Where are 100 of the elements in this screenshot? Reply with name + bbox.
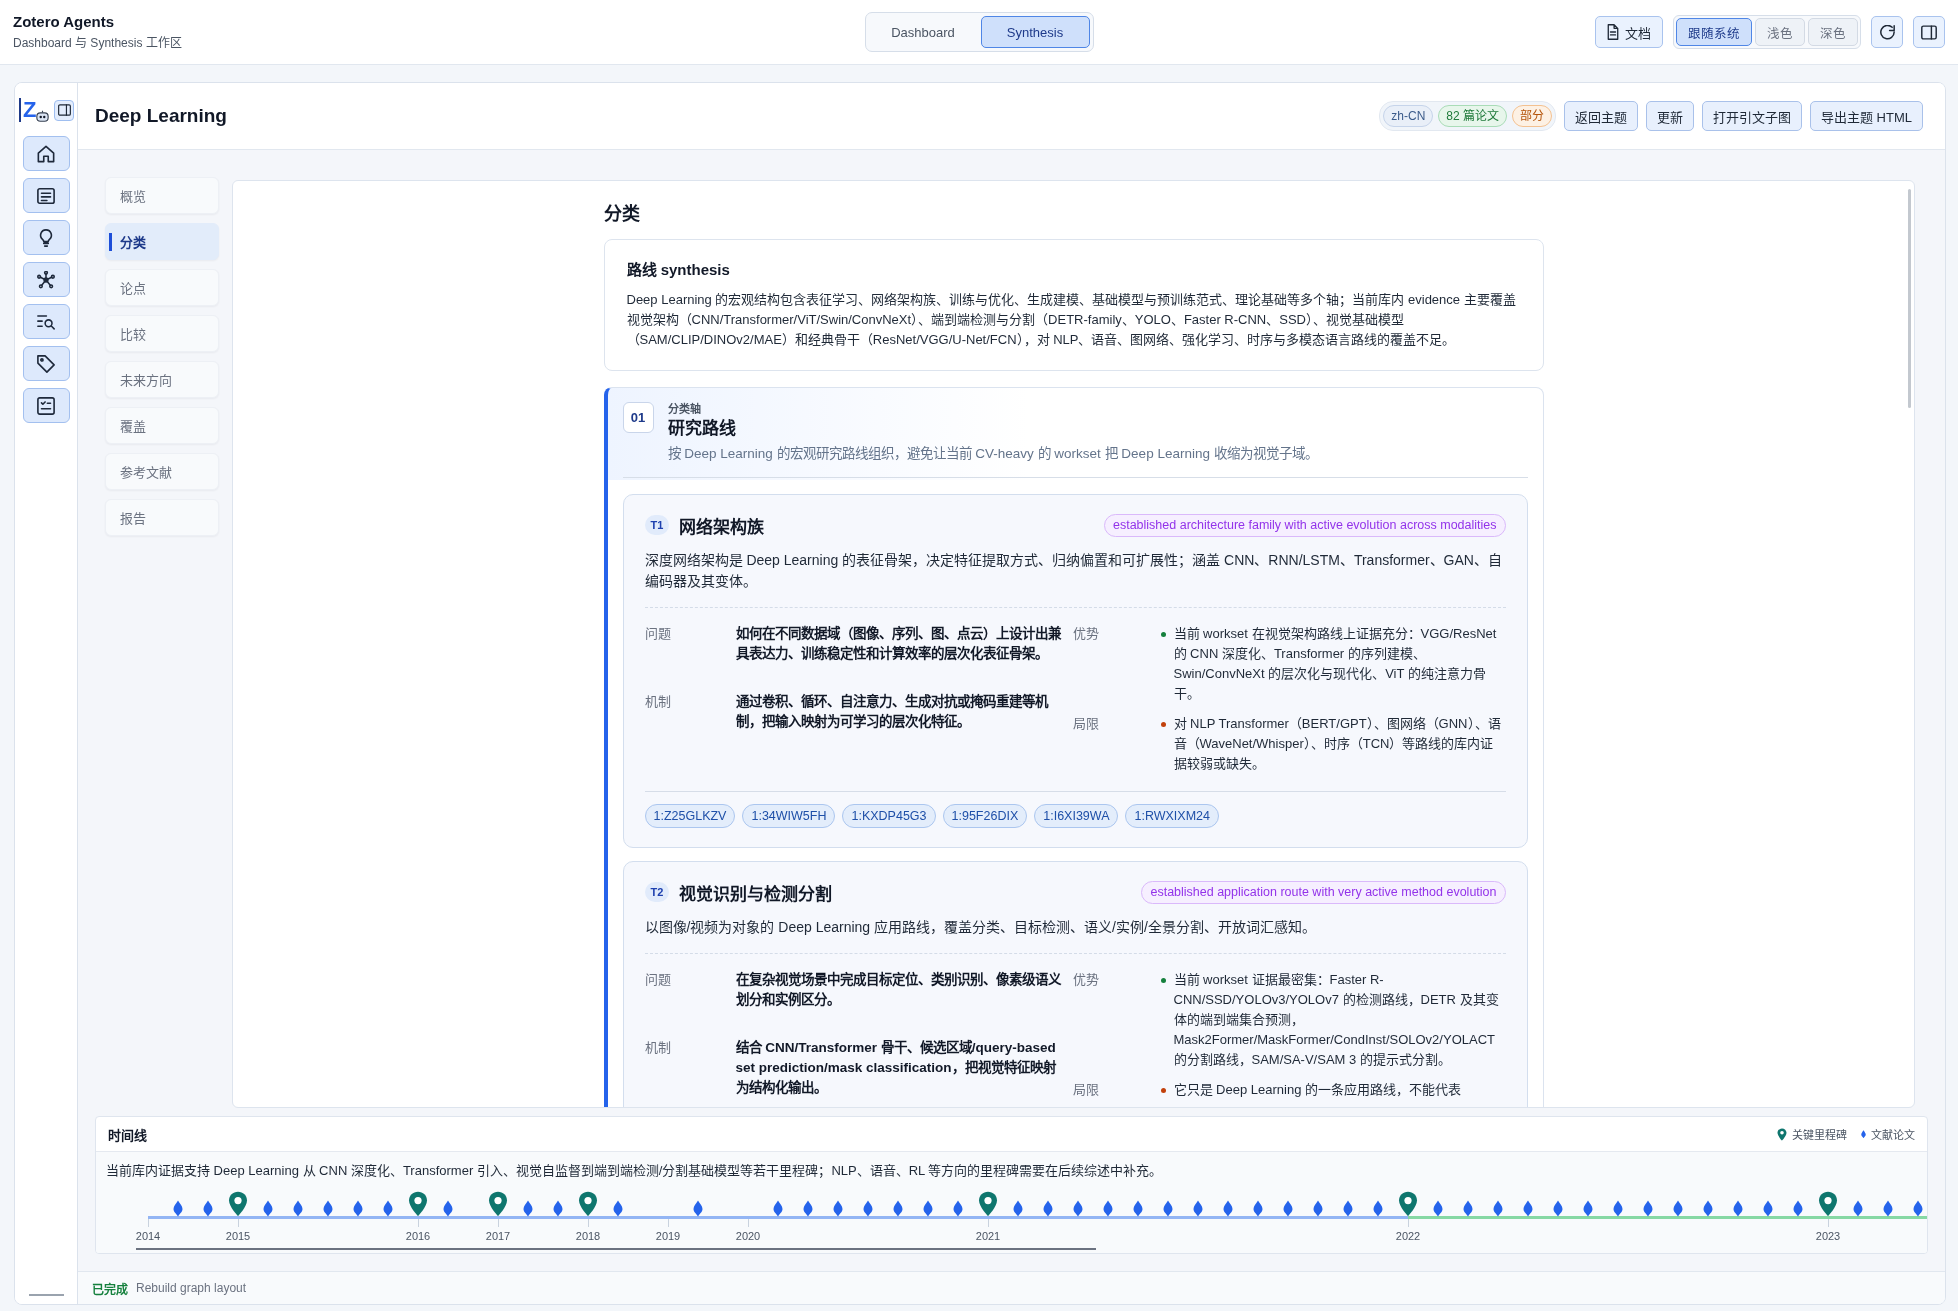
section-tab[interactable]: 未来方向 [105, 361, 219, 398]
marker-icon[interactable] [443, 1200, 453, 1217]
marker-icon[interactable] [553, 1200, 563, 1217]
marker-icon[interactable] [1793, 1200, 1803, 1217]
marker-icon[interactable] [1223, 1200, 1233, 1217]
marker-icon[interactable] [1853, 1200, 1863, 1217]
refresh-button[interactable] [1871, 16, 1903, 48]
section-heading: 分类 [603, 203, 641, 226]
sidebar-button[interactable] [22, 304, 70, 339]
marker-icon[interactable] [523, 1200, 533, 1217]
map-pin-icon[interactable] [978, 1191, 998, 1217]
view-tab[interactable]: Dashboard [868, 16, 978, 48]
sidebar-button[interactable] [22, 178, 70, 213]
sidebar-toggle-button[interactable] [1913, 16, 1945, 48]
sidebar-button[interactable] [22, 262, 70, 297]
marker-icon[interactable] [1883, 1200, 1893, 1217]
field-text: 如何在不同数据域（图像、序列、图、点云）上设计出兼具表达力、训练稳定性和计算效率的层次化表征骨架。 [735, 624, 1062, 663]
action-button[interactable]: 导出主题 HTML [1810, 101, 1923, 131]
bullet-icon [1160, 1088, 1166, 1093]
reference-chip[interactable]: 1:RWXIXM24 [1125, 804, 1219, 828]
collapse-sidebar-button[interactable] [54, 99, 74, 121]
marker-icon[interactable] [1313, 1200, 1323, 1217]
field-text: 通过卷积、循环、自注意力、生成对抗或掩码重建等机制，把输入映射为可学习的层次化特征。 [735, 692, 1049, 731]
marker-icon[interactable] [323, 1200, 333, 1217]
marker-icon[interactable] [863, 1200, 873, 1217]
section-tab[interactable]: 参考文献 [105, 453, 219, 490]
sidebar-button[interactable] [22, 346, 70, 381]
field-label: 优势 [1072, 971, 1100, 989]
section-tab[interactable]: 比较 [105, 315, 219, 352]
marker-icon[interactable] [1253, 1200, 1263, 1217]
theme-option[interactable]: 深色 [1808, 18, 1858, 46]
map-pin-icon[interactable] [578, 1191, 598, 1217]
reference-chip[interactable]: 1:34WIW5FH [742, 804, 836, 828]
map-pin-icon[interactable] [408, 1191, 428, 1217]
view-tab[interactable]: Synthesis [980, 16, 1090, 48]
section-tab[interactable]: 覆盖 [105, 407, 219, 444]
sidebar-icon [1921, 24, 1937, 40]
map-pin-icon[interactable] [488, 1191, 508, 1217]
marker-icon[interactable] [1673, 1200, 1683, 1217]
docs-button[interactable]: 文档 [1595, 16, 1663, 48]
marker-icon[interactable] [173, 1200, 183, 1217]
topic-title: 网络架构族 [679, 516, 765, 538]
action-button[interactable]: 更新 [1646, 101, 1694, 131]
marker-icon[interactable] [203, 1200, 213, 1217]
reference-chip[interactable]: 1:95F26DIX [942, 804, 1028, 828]
document-icon [37, 186, 55, 205]
marker-icon[interactable] [293, 1200, 303, 1217]
marker-icon[interactable] [1373, 1200, 1383, 1217]
marker-icon[interactable] [1283, 1200, 1293, 1217]
marker-icon[interactable] [803, 1200, 813, 1217]
reference-chip[interactable]: 1:KXDP45G3 [842, 804, 936, 828]
marker-icon[interactable] [1913, 1200, 1923, 1217]
action-button[interactable]: 打开引文子图 [1702, 101, 1802, 131]
marker-icon[interactable] [1013, 1200, 1023, 1217]
section-tab[interactable]: 报告 [105, 499, 219, 536]
marker-icon[interactable] [1163, 1200, 1173, 1217]
marker-icon[interactable] [693, 1200, 703, 1217]
marker-icon[interactable] [1643, 1200, 1653, 1217]
marker-icon[interactable] [1613, 1200, 1623, 1217]
marker-icon[interactable] [1553, 1200, 1563, 1217]
section-tab[interactable]: 分类 [105, 223, 219, 260]
marker-icon[interactable] [1763, 1200, 1773, 1217]
section-tab[interactable]: 概览 [105, 177, 219, 214]
sidebar-button[interactable] [22, 388, 70, 423]
marker-icon[interactable] [1493, 1200, 1503, 1217]
marker-icon[interactable] [613, 1200, 623, 1217]
sidebar-button[interactable] [22, 220, 70, 255]
reference-chip[interactable]: 1:Z25GLKZV [644, 804, 736, 828]
topic-title: 视觉识别与检测分割 [679, 883, 833, 905]
marker-icon[interactable] [353, 1200, 363, 1217]
sidebar-button[interactable] [22, 136, 70, 171]
marker-icon[interactable] [923, 1200, 933, 1217]
marker-icon[interactable] [1463, 1200, 1473, 1217]
marker-icon[interactable] [383, 1200, 393, 1217]
marker-icon[interactable] [1043, 1200, 1053, 1217]
home-icon [37, 144, 55, 163]
year-label: 2020 [735, 1229, 761, 1243]
marker-icon[interactable] [1523, 1200, 1533, 1217]
marker-icon[interactable] [953, 1200, 963, 1217]
marker-icon[interactable] [1103, 1200, 1113, 1217]
marker-icon[interactable] [263, 1200, 273, 1217]
map-pin-icon[interactable] [1818, 1191, 1838, 1217]
marker-icon[interactable] [1703, 1200, 1713, 1217]
section-tab[interactable]: 论点 [105, 269, 219, 306]
marker-icon[interactable] [1193, 1200, 1203, 1217]
action-button[interactable]: 返回主题 [1564, 101, 1638, 131]
marker-icon[interactable] [1073, 1200, 1083, 1217]
marker-icon[interactable] [1733, 1200, 1743, 1217]
map-pin-icon[interactable] [1398, 1191, 1418, 1217]
marker-icon[interactable] [1433, 1200, 1443, 1217]
theme-option[interactable]: 跟随系统 [1676, 18, 1752, 46]
marker-icon[interactable] [833, 1200, 843, 1217]
reference-chip[interactable]: 1:I6XI39WA [1034, 804, 1119, 828]
marker-icon[interactable] [1133, 1200, 1143, 1217]
marker-icon[interactable] [893, 1200, 903, 1217]
theme-option[interactable]: 浅色 [1755, 18, 1805, 46]
marker-icon[interactable] [1343, 1200, 1353, 1217]
map-pin-icon[interactable] [228, 1191, 248, 1217]
marker-icon[interactable] [773, 1200, 783, 1217]
marker-icon[interactable] [1583, 1200, 1593, 1217]
